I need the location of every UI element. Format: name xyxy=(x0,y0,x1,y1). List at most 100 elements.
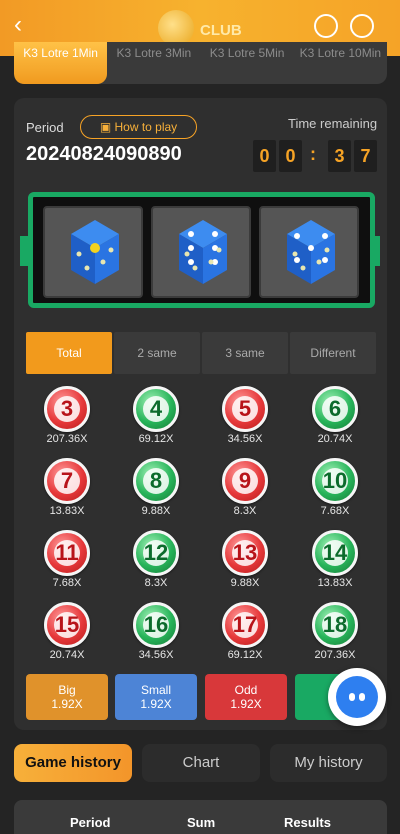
bot-eye xyxy=(359,693,365,701)
dice-slot-3 xyxy=(259,206,359,298)
die-side-pip xyxy=(216,247,222,253)
number-ball-3[interactable]: 3 xyxy=(44,386,90,432)
period-number: 20240824090890 xyxy=(26,143,182,165)
ball-number: 9 xyxy=(238,468,252,493)
dice-slot-1 xyxy=(43,206,143,298)
chat-assistant-button[interactable] xyxy=(328,668,386,726)
big-bet-button[interactable]: Big 1.92X xyxy=(26,674,108,720)
number-ball-15[interactable]: 15 xyxy=(44,602,90,648)
small-bet-button[interactable]: Small 1.92X xyxy=(115,674,197,720)
ball-multiplier: 207.36X xyxy=(314,649,356,661)
number-ball-7[interactable]: 7 xyxy=(44,458,90,504)
die-side-pip xyxy=(192,265,198,271)
die-2 xyxy=(179,220,227,284)
logo-text: CLUB xyxy=(200,22,242,39)
timer-digit: 0 xyxy=(253,140,276,172)
ball-number: 6 xyxy=(328,396,342,421)
ball-number: 18 xyxy=(322,612,348,637)
ball-multiplier: 9.88X xyxy=(141,505,171,517)
ball-number: 16 xyxy=(143,612,169,637)
col-results: Results xyxy=(284,815,331,830)
ball-multiplier: 8.3X xyxy=(144,577,168,589)
tab-my-history[interactable]: My history xyxy=(270,744,387,782)
number-ball-8[interactable]: 8 xyxy=(133,458,179,504)
die-side-pip xyxy=(84,265,90,271)
big-bet-label: Big xyxy=(58,683,76,697)
number-ball-12[interactable]: 12 xyxy=(133,530,179,576)
die-1 xyxy=(71,220,119,284)
tab-game-history[interactable]: Game history xyxy=(14,744,132,782)
ball-number: 4 xyxy=(149,396,163,421)
time-remaining-label: Time remaining xyxy=(288,116,378,131)
ball-number: 17 xyxy=(232,612,258,637)
number-ball-18[interactable]: 18 xyxy=(312,602,358,648)
ball-multiplier: 69.12X xyxy=(227,649,263,661)
back-arrow-icon[interactable]: ‹ xyxy=(14,13,36,37)
number-ball-9[interactable]: 9 xyxy=(222,458,268,504)
odd-bet-button[interactable]: Odd 1.92X xyxy=(205,674,287,720)
tab-3-same[interactable]: 3 same xyxy=(202,332,288,374)
die-pip xyxy=(212,231,218,237)
die-pip xyxy=(188,245,194,251)
die-3 xyxy=(287,220,335,284)
music-toggle-icon[interactable] xyxy=(350,14,374,38)
die-pip xyxy=(90,243,100,253)
tab-k3-5min[interactable]: K3 Lotre 5Min xyxy=(201,42,294,84)
tab-k3-3min[interactable]: K3 Lotre 3Min xyxy=(107,42,200,84)
die-side-pip xyxy=(316,259,322,265)
ball-number: 12 xyxy=(143,540,169,565)
number-ball-10[interactable]: 10 xyxy=(312,458,358,504)
number-ball-5[interactable]: 5 xyxy=(222,386,268,432)
die-pip xyxy=(294,257,300,263)
number-ball-6[interactable]: 6 xyxy=(312,386,358,432)
ball-multiplier: 20.74X xyxy=(317,433,353,445)
die-pip xyxy=(322,233,328,239)
app-logo: CLUB xyxy=(158,6,248,46)
ball-number: 11 xyxy=(55,540,79,565)
die-pip xyxy=(294,233,300,239)
book-icon: ▣ xyxy=(99,120,115,134)
ball-number: 15 xyxy=(54,612,80,637)
tab-k3-10min[interactable]: K3 Lotre 10Min xyxy=(294,42,387,84)
ball-multiplier: 34.56X xyxy=(227,433,263,445)
tab-k3-1min[interactable]: K3 Lotre 1Min xyxy=(14,42,108,84)
die-side-pip xyxy=(108,247,114,253)
ball-number: 10 xyxy=(322,468,348,493)
number-ball-17[interactable]: 17 xyxy=(222,602,268,648)
number-ball-14[interactable]: 14 xyxy=(312,530,358,576)
ball-multiplier: 13.83X xyxy=(49,505,85,517)
number-ball-11[interactable]: 11 xyxy=(44,530,90,576)
odd-bet-multiplier: 1.92X xyxy=(230,697,262,711)
timer-digit: 7 xyxy=(354,140,377,172)
tab-chart[interactable]: Chart xyxy=(142,744,260,782)
ball-multiplier: 9.88X xyxy=(230,577,260,589)
customer-support-icon[interactable] xyxy=(314,14,338,38)
die-side-pip xyxy=(100,259,106,265)
number-ball-13[interactable]: 13 xyxy=(222,530,268,576)
die-pip xyxy=(322,257,328,263)
tab-total[interactable]: Total xyxy=(26,332,112,374)
small-bet-label: Small xyxy=(140,683,171,697)
how-to-play-button[interactable]: ▣ How to play xyxy=(80,115,197,139)
die-side-pip xyxy=(208,259,214,265)
dice-slot-2 xyxy=(151,206,251,298)
number-ball-4[interactable]: 4 xyxy=(133,386,179,432)
tab-different[interactable]: Different xyxy=(290,332,376,374)
die-pip xyxy=(188,259,194,265)
ball-number: 7 xyxy=(60,468,74,493)
die-side-pip xyxy=(76,251,82,257)
ball-multiplier: 8.3X xyxy=(233,505,257,517)
number-ball-16[interactable]: 16 xyxy=(133,602,179,648)
die-side-pip xyxy=(300,265,306,271)
ball-number: 13 xyxy=(232,540,258,565)
col-period: Period xyxy=(70,815,111,830)
logo-emblem xyxy=(158,10,194,46)
odd-bet-label: Odd xyxy=(234,683,258,697)
die-side-pip xyxy=(184,251,190,257)
die-side-pip xyxy=(292,251,298,257)
die-pip xyxy=(188,231,194,237)
tab-2-same[interactable]: 2 same xyxy=(114,332,200,374)
col-sum: Sum xyxy=(187,815,216,830)
timer-colon: : xyxy=(310,144,316,164)
history-tabs: Game history Chart My history xyxy=(14,744,387,782)
